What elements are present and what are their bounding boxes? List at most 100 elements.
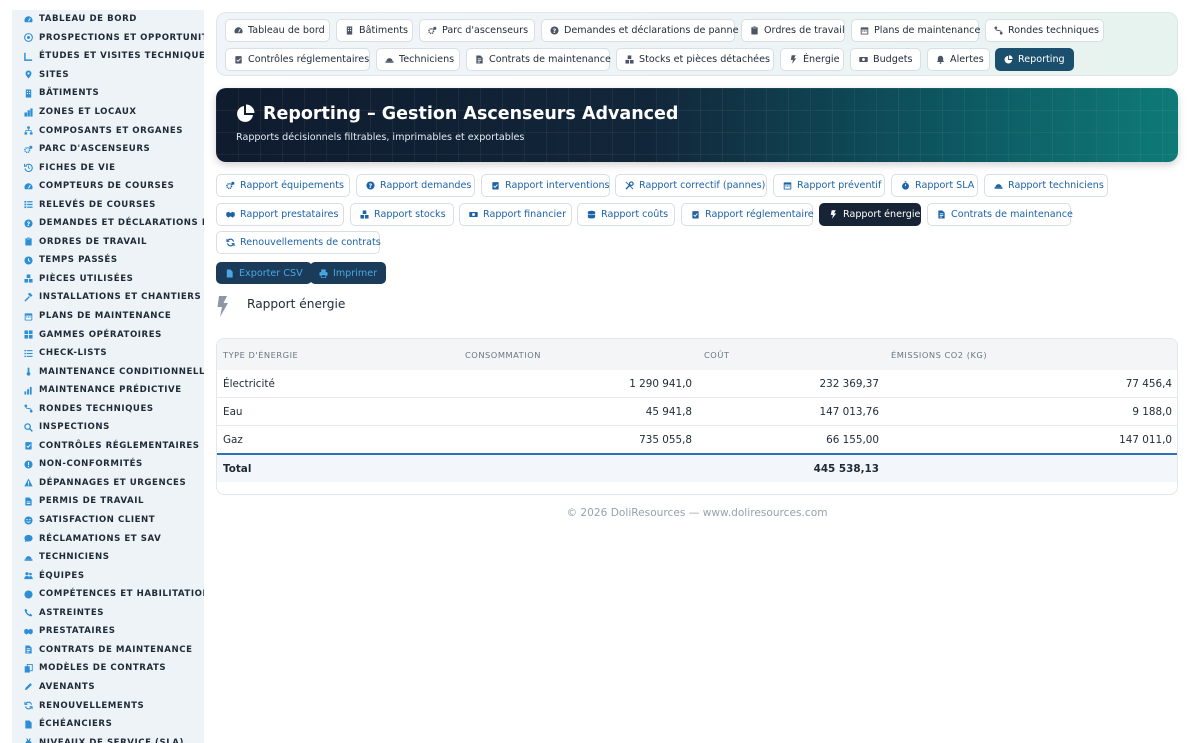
report-button-11[interactable]: Rapport réglementaire bbox=[681, 203, 814, 226]
sidebar-item-29[interactable]: TECHNICIENS bbox=[12, 548, 204, 567]
sidebar-item-15[interactable]: INSTALLATIONS ET CHANTIERS bbox=[12, 288, 204, 307]
sidebar-item-36[interactable]: AVENANTS bbox=[12, 678, 204, 697]
report-button-7[interactable]: Rapport prestataires bbox=[216, 203, 344, 226]
sidebar-item-5[interactable]: ZONES ET LOCAUX bbox=[12, 103, 204, 122]
sidebar-item-32[interactable]: ASTREINTES bbox=[12, 604, 204, 623]
sidebar-item-11[interactable]: ? DEMANDES ET DÉCLARATIONS DE PANNE bbox=[12, 214, 204, 233]
top-menu-12[interactable]: Budgets bbox=[850, 48, 921, 71]
sidebar-item-label: ÉQUIPES bbox=[39, 570, 85, 581]
sidebar-item-22[interactable]: INSPECTIONS bbox=[12, 418, 204, 437]
report-button-14[interactable]: Renouvellements de contrats bbox=[216, 231, 381, 254]
report-button-0[interactable]: Rapport équipements bbox=[216, 174, 350, 197]
sidebar-item-24[interactable]: NON-CONFORMITÉS bbox=[12, 455, 204, 474]
report-button-4[interactable]: Rapport préventif bbox=[773, 174, 885, 197]
sidebar-item-2[interactable]: ÉTUDES ET VISITES TECHNIQUES bbox=[12, 47, 204, 66]
report-button-12[interactable]: Rapport énergie bbox=[819, 203, 921, 226]
hardhat-icon bbox=[385, 55, 394, 64]
sidebar-item-7[interactable]: PARC D'ASCENSEURS bbox=[12, 140, 204, 159]
top-menu-9[interactable]: Contrats de maintenance bbox=[466, 48, 611, 71]
sidebar-item-25[interactable]: DÉPANNAGES ET URGENCES bbox=[12, 474, 204, 493]
sidebar-item-label: RENOUVELLEMENTS bbox=[39, 700, 145, 711]
refresh-icon bbox=[226, 238, 235, 247]
hardhat-icon bbox=[23, 552, 33, 562]
search-icon bbox=[23, 422, 33, 432]
sidebar-item-30[interactable]: ÉQUIPES bbox=[12, 566, 204, 585]
sidebar-item-4[interactable]: BÂTIMENTS bbox=[12, 84, 204, 103]
sidebar-item-20[interactable]: MAINTENANCE PRÉDICTIVE bbox=[12, 381, 204, 400]
sidebar-item-label: TECHNICIENS bbox=[39, 552, 110, 563]
sidebar-item-18[interactable]: CHECK-LISTS bbox=[12, 344, 204, 363]
top-menu-11[interactable]: Énergie bbox=[780, 48, 844, 71]
top-menu-label: Bâtiments bbox=[359, 25, 408, 36]
sidebar-item-9[interactable]: COMPTEURS DE COURSES bbox=[12, 177, 204, 196]
sidebar-item-0[interactable]: TABLEAU DE BORD bbox=[12, 10, 204, 29]
top-menu-5[interactable]: Plans de maintenance bbox=[851, 19, 981, 42]
boxes-icon bbox=[360, 210, 369, 219]
cell-co2: 147 011,0 bbox=[1119, 434, 1172, 446]
certificate-icon bbox=[23, 589, 33, 599]
report-button-3[interactable]: Rapport correctif (pannes) bbox=[615, 174, 767, 197]
sidebar-item-10[interactable]: RELEVÉS DE COURSES bbox=[12, 195, 204, 214]
phone-icon bbox=[23, 608, 33, 618]
sidebar-item-label: ORDRES DE TRAVAIL bbox=[39, 236, 148, 247]
top-menu-label: Techniciens bbox=[399, 54, 455, 65]
report-button-9[interactable]: Rapport financier bbox=[459, 203, 572, 226]
sidebar-item-39[interactable]: NIVEAUX DE SERVICE (SLA) bbox=[12, 733, 204, 743]
sidebar-item-38[interactable]: ÉCHÉANCIERS bbox=[12, 715, 204, 734]
sidebar-item-16[interactable]: PLANS DE MAINTENANCE bbox=[12, 307, 204, 326]
sidebar-item-14[interactable]: PIÈCES UTILISÉES bbox=[12, 270, 204, 289]
sidebar-item-6[interactable]: COMPOSANTS ET ORGANES bbox=[12, 121, 204, 140]
contract-icon bbox=[937, 210, 946, 219]
export-csv-button[interactable]: Exporter CSV bbox=[216, 262, 312, 284]
tree-icon bbox=[23, 126, 33, 136]
top-menu-0[interactable]: Tableau de bord bbox=[225, 19, 330, 42]
sidebar-item-21[interactable]: RONDES TECHNIQUES bbox=[12, 399, 204, 418]
sidebar-item-27[interactable]: SATISFACTION CLIENT bbox=[12, 511, 204, 530]
sidebar-item-12[interactable]: ORDRES DE TRAVAIL bbox=[12, 233, 204, 252]
top-menu-14[interactable]: Reporting bbox=[995, 48, 1074, 71]
header-co2: Émissions CO2 (kg) bbox=[891, 350, 988, 360]
top-menu-13[interactable]: Alertes bbox=[927, 48, 990, 71]
report-button-5[interactable]: Rapport SLA bbox=[891, 174, 978, 197]
report-button-2[interactable]: Rapport interventions bbox=[481, 174, 610, 197]
print-button[interactable]: Imprimer bbox=[310, 262, 387, 284]
sidebar-item-33[interactable]: PRESTATAIRES bbox=[12, 622, 204, 641]
clipboard-icon bbox=[23, 237, 33, 247]
top-menu-7[interactable]: Contrôles réglementaires bbox=[225, 48, 370, 71]
sidebar-item-3[interactable]: SITES bbox=[12, 66, 204, 85]
sidebar-item-label: ZONES ET LOCAUX bbox=[39, 107, 137, 117]
report-button-6[interactable]: Rapport techniciens bbox=[984, 174, 1108, 197]
top-menu-4[interactable]: Ordres de travail bbox=[741, 19, 845, 42]
top-menu-8[interactable]: Techniciens bbox=[376, 48, 460, 71]
sidebar-item-17[interactable]: GAMMES OPÉRATOIRES bbox=[12, 325, 204, 344]
sidebar-item-label: PLANS DE MAINTENANCE bbox=[39, 311, 172, 322]
gauge-icon bbox=[23, 181, 33, 191]
sidebar-item-31[interactable]: COMPÉTENCES ET HABILITATIONS bbox=[12, 585, 204, 604]
sidebar-item-13[interactable]: TEMPS PASSÉS bbox=[12, 251, 204, 270]
report-button-13[interactable]: Contrats de maintenance bbox=[927, 203, 1073, 226]
hardhat-icon bbox=[994, 181, 1003, 190]
sidebar-item-28[interactable]: RÉCLAMATIONS ET SAV bbox=[12, 529, 204, 548]
calendar-icon bbox=[783, 181, 792, 190]
top-menu-10[interactable]: Stocks et pièces détachées bbox=[616, 48, 774, 71]
question-icon: ? bbox=[23, 218, 33, 228]
sidebar-item-37[interactable]: RENOUVELLEMENTS bbox=[12, 696, 204, 715]
top-menu-1[interactable]: Bâtiments bbox=[336, 19, 413, 42]
top-menu-3[interactable]: ? Demandes et déclarations de panne bbox=[541, 19, 738, 42]
sidebar-item-34[interactable]: CONTRATS DE MAINTENANCE bbox=[12, 641, 204, 660]
sidebar-item-label: CONTRÔLES RÉGLEMENTAIRES bbox=[39, 440, 200, 451]
top-menu-6[interactable]: Rondes techniques bbox=[985, 19, 1104, 42]
top-menu-2[interactable]: Parc d'ascenseurs bbox=[419, 19, 535, 42]
sidebar-item-1[interactable]: PROSPECTIONS ET OPPORTUNITÉS bbox=[12, 29, 204, 48]
report-button-8[interactable]: Rapport stocks bbox=[350, 203, 454, 226]
sidebar-item-23[interactable]: CONTRÔLES RÉGLEMENTAIRES bbox=[12, 437, 204, 456]
checklist-icon bbox=[23, 348, 33, 358]
sidebar-item-26[interactable]: PERMIS DE TRAVAIL bbox=[12, 492, 204, 511]
report-button-1[interactable]: ? Rapport demandes bbox=[356, 174, 475, 197]
report-button-10[interactable]: Rapport coûts bbox=[577, 203, 675, 226]
sidebar-item-35[interactable]: MODÈLES DE CONTRATS bbox=[12, 659, 204, 678]
top-menu-label: Plans de maintenance bbox=[874, 25, 981, 36]
sidebar-item-19[interactable]: MAINTENANCE CONDITIONNELLE bbox=[12, 362, 204, 381]
sidebar-item-8[interactable]: FICHES DE VIE bbox=[12, 158, 204, 177]
sidebar-item-label: RELEVÉS DE COURSES bbox=[39, 199, 156, 210]
